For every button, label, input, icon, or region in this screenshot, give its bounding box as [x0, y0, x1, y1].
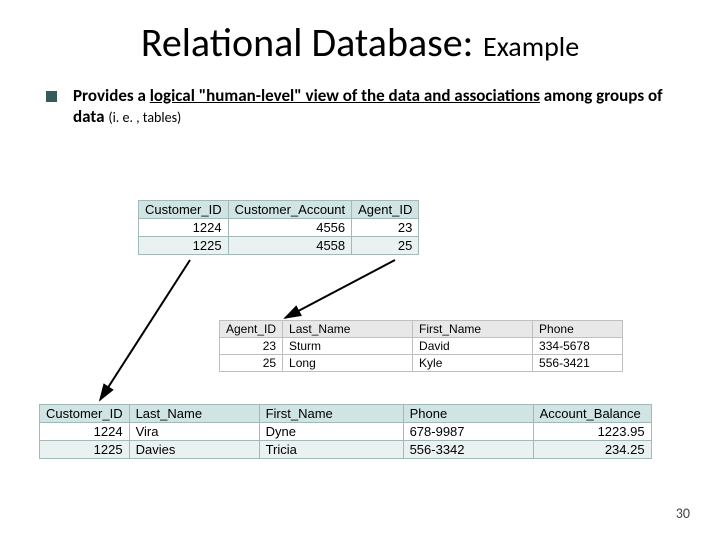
arrow-icon [0, 0, 720, 540]
page-number: 30 [676, 505, 690, 522]
